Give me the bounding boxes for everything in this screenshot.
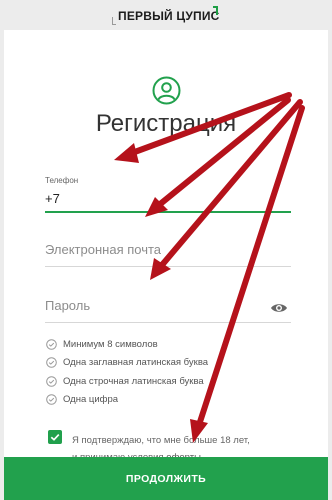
logo-bracket-left bbox=[112, 17, 116, 25]
email-underline bbox=[45, 266, 291, 267]
requirement-item: Одна строчная латинская буква bbox=[46, 374, 204, 388]
continue-button[interactable]: ПРОДОЛЖИТЬ bbox=[4, 457, 328, 500]
page-title: Регистрация bbox=[95, 110, 237, 137]
check-circle-icon bbox=[46, 393, 57, 405]
requirement-item: Минимум 8 символов bbox=[46, 337, 158, 351]
check-circle-icon bbox=[46, 375, 57, 387]
phone-input[interactable]: +7 bbox=[45, 191, 60, 206]
requirement-label: Одна цифра bbox=[63, 393, 119, 405]
password-input[interactable]: Пароль bbox=[45, 298, 90, 313]
requirement-item: Одна цифра bbox=[46, 392, 118, 406]
phone-label: Телефон bbox=[45, 176, 79, 185]
password-underline bbox=[45, 322, 291, 323]
requirement-label: Одна заглавная латинская буква bbox=[63, 356, 209, 368]
eye-icon[interactable] bbox=[270, 302, 288, 314]
consent-checkbox[interactable] bbox=[48, 430, 62, 444]
registration-card: Регистрация Телефон +7 Электронная почта… bbox=[4, 30, 328, 500]
consent-line-1: Я подтверждаю, что мне больше 18 лет, bbox=[72, 435, 250, 446]
logo-bracket-right bbox=[213, 6, 218, 15]
requirement-label: Одна строчная латинская буква bbox=[63, 375, 204, 387]
registration-screen: ПЕРВЫЙ ЦУПИС Регистрация Телефон +7 Элек… bbox=[0, 0, 332, 500]
phone-underline bbox=[45, 211, 291, 213]
user-circle-icon bbox=[152, 76, 181, 105]
checkbox-checked-icon bbox=[50, 434, 60, 441]
logo-text: ПЕРВЫЙ ЦУПИС bbox=[118, 9, 220, 23]
check-circle-icon bbox=[46, 356, 57, 368]
email-input[interactable]: Электронная почта bbox=[45, 242, 161, 257]
logo: ПЕРВЫЙ ЦУПИС bbox=[112, 6, 222, 29]
requirement-item: Одна заглавная латинская буква bbox=[46, 355, 208, 369]
check-circle-icon bbox=[46, 338, 57, 350]
requirement-label: Минимум 8 символов bbox=[63, 338, 158, 350]
